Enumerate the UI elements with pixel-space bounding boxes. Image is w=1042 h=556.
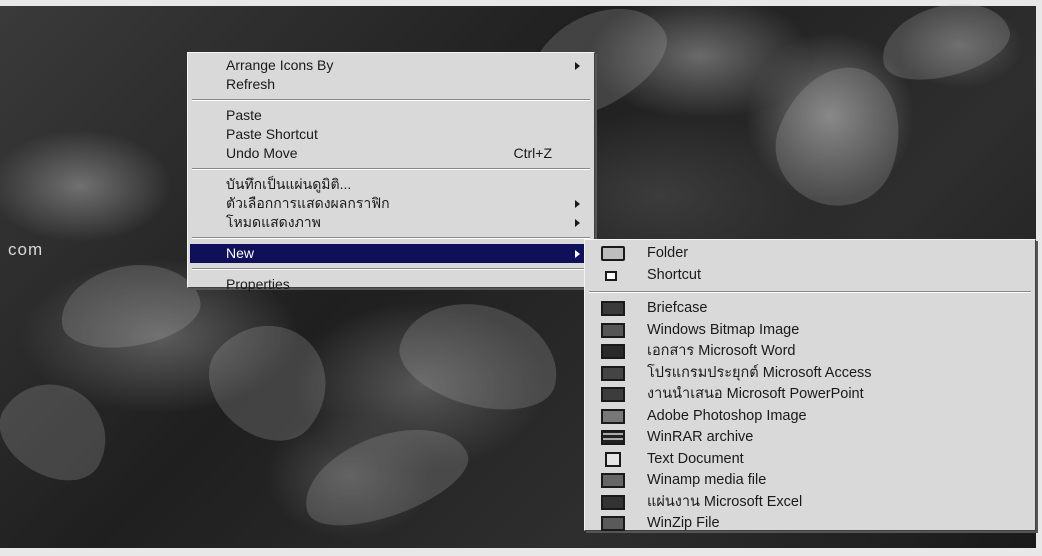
new-item-powerpoint[interactable]: งานนำเสนอ Microsoft PowerPoint bbox=[587, 384, 1033, 406]
menu-item-new[interactable]: New bbox=[190, 244, 592, 263]
menu-item-label: Adobe Photoshop Image bbox=[647, 407, 807, 424]
menu-item-label: Shortcut bbox=[647, 266, 701, 283]
briefcase-icon bbox=[601, 301, 625, 316]
wallpaper-petal bbox=[54, 254, 206, 358]
menu-item-label: Windows Bitmap Image bbox=[647, 321, 800, 338]
menu-item-label: Arrange Icons By bbox=[226, 57, 334, 73]
menu-item-label: Winamp media file bbox=[647, 472, 767, 488]
menu-item-label: ตัวเลือกการแสดงผลกราฟิก bbox=[226, 195, 390, 211]
menu-item-label: โหมดแสดงภาพ bbox=[226, 214, 321, 230]
menu-item-label: งานนำเสนอ Microsoft PowerPoint bbox=[647, 386, 864, 402]
menu-item-label: WinRAR archive bbox=[647, 429, 754, 445]
new-item-text-document[interactable]: Text Document bbox=[587, 449, 1033, 471]
menu-item-label: Undo Move bbox=[226, 145, 298, 161]
new-submenu: Folder Shortcut Briefcase Windows Bitmap… bbox=[584, 239, 1036, 531]
photoshop-icon bbox=[601, 408, 625, 424]
text-document-icon bbox=[605, 451, 621, 467]
shortcut-icon bbox=[605, 270, 617, 281]
new-item-briefcase[interactable]: Briefcase bbox=[587, 298, 1033, 320]
menu-item-refresh[interactable]: Refresh bbox=[190, 75, 592, 94]
wallpaper-petal bbox=[389, 286, 571, 426]
new-item-access[interactable]: โปรแกรมประยุกต์ Microsoft Access bbox=[587, 363, 1033, 385]
new-item-winrar[interactable]: WinRAR archive bbox=[587, 427, 1033, 449]
menu-separator bbox=[192, 168, 590, 170]
wallpaper-petal bbox=[873, 0, 1017, 92]
new-item-shortcut[interactable]: Shortcut bbox=[587, 265, 1033, 287]
submenu-arrow-icon bbox=[575, 219, 580, 227]
word-icon bbox=[601, 344, 625, 359]
submenu-arrow-icon bbox=[575, 200, 580, 208]
menu-item-label: Refresh bbox=[226, 76, 276, 92]
winzip-icon bbox=[601, 516, 625, 531]
menu-item-label: Paste Shortcut bbox=[226, 126, 318, 142]
new-item-excel[interactable]: แผ่นงาน Microsoft Excel bbox=[587, 492, 1033, 514]
submenu-arrow-icon bbox=[575, 62, 580, 70]
menu-item-save-as-3d[interactable]: บันทึกเป็นแผ่นดูมิติ... bbox=[190, 175, 592, 194]
menu-separator bbox=[192, 99, 590, 101]
menu-item-graphics-options[interactable]: ตัวเลือกการแสดงผลกราฟิก bbox=[190, 194, 592, 213]
access-icon bbox=[601, 365, 625, 381]
new-item-photoshop[interactable]: Adobe Photoshop Image bbox=[587, 406, 1033, 428]
menu-separator bbox=[589, 291, 1031, 293]
menu-item-undo-move[interactable]: Undo Move Ctrl+Z bbox=[190, 144, 592, 163]
new-item-winamp[interactable]: Winamp media file bbox=[587, 470, 1033, 492]
folder-icon bbox=[601, 246, 625, 261]
desktop-partial-text: com bbox=[8, 240, 44, 259]
new-item-folder[interactable]: Folder bbox=[587, 243, 1033, 265]
wallpaper-petal bbox=[0, 364, 126, 498]
new-item-word[interactable]: เอกสาร Microsoft Word bbox=[587, 341, 1033, 363]
menu-item-properties[interactable]: Properties bbox=[190, 275, 592, 294]
menu-separator bbox=[192, 237, 590, 239]
menu-item-paste-shortcut[interactable]: Paste Shortcut bbox=[190, 125, 592, 144]
menu-item-label: Paste bbox=[226, 107, 262, 123]
menu-item-label: New bbox=[226, 245, 255, 261]
menu-item-label: แผ่นงาน Microsoft Excel bbox=[647, 493, 803, 510]
winamp-icon bbox=[601, 473, 625, 488]
bitmap-icon bbox=[601, 322, 625, 338]
menu-item-label: เอกสาร Microsoft Word bbox=[647, 343, 796, 359]
menu-item-label: Folder bbox=[647, 245, 689, 261]
menu-item-label: โปรแกรมประยุกต์ Microsoft Access bbox=[647, 364, 872, 381]
menu-item-label: Briefcase bbox=[647, 300, 708, 316]
menu-item-display-mode[interactable]: โหมดแสดงภาพ bbox=[190, 213, 592, 232]
excel-icon bbox=[601, 494, 625, 510]
wallpaper-petal bbox=[188, 300, 352, 462]
menu-separator bbox=[192, 268, 590, 270]
wallpaper-petal bbox=[291, 409, 479, 543]
powerpoint-icon bbox=[601, 387, 625, 402]
submenu-arrow-icon bbox=[575, 250, 580, 258]
menu-item-label: บันทึกเป็นแผ่นดูมิติ... bbox=[226, 176, 352, 192]
new-item-winzip[interactable]: WinZip File bbox=[587, 513, 1033, 535]
menu-item-paste[interactable]: Paste bbox=[190, 106, 592, 125]
menu-item-label: Text Document bbox=[647, 450, 744, 467]
menu-item-label: Properties bbox=[226, 276, 290, 292]
new-item-bitmap[interactable]: Windows Bitmap Image bbox=[587, 320, 1033, 342]
desktop-context-menu: Arrange Icons By Refresh Paste Paste Sho… bbox=[187, 52, 595, 292]
menu-item-arrange-icons-by[interactable]: Arrange Icons By bbox=[190, 56, 592, 75]
menu-item-label: WinZip File bbox=[647, 515, 720, 531]
menu-item-shortcut: Ctrl+Z bbox=[513, 145, 553, 161]
winrar-icon bbox=[601, 430, 625, 445]
